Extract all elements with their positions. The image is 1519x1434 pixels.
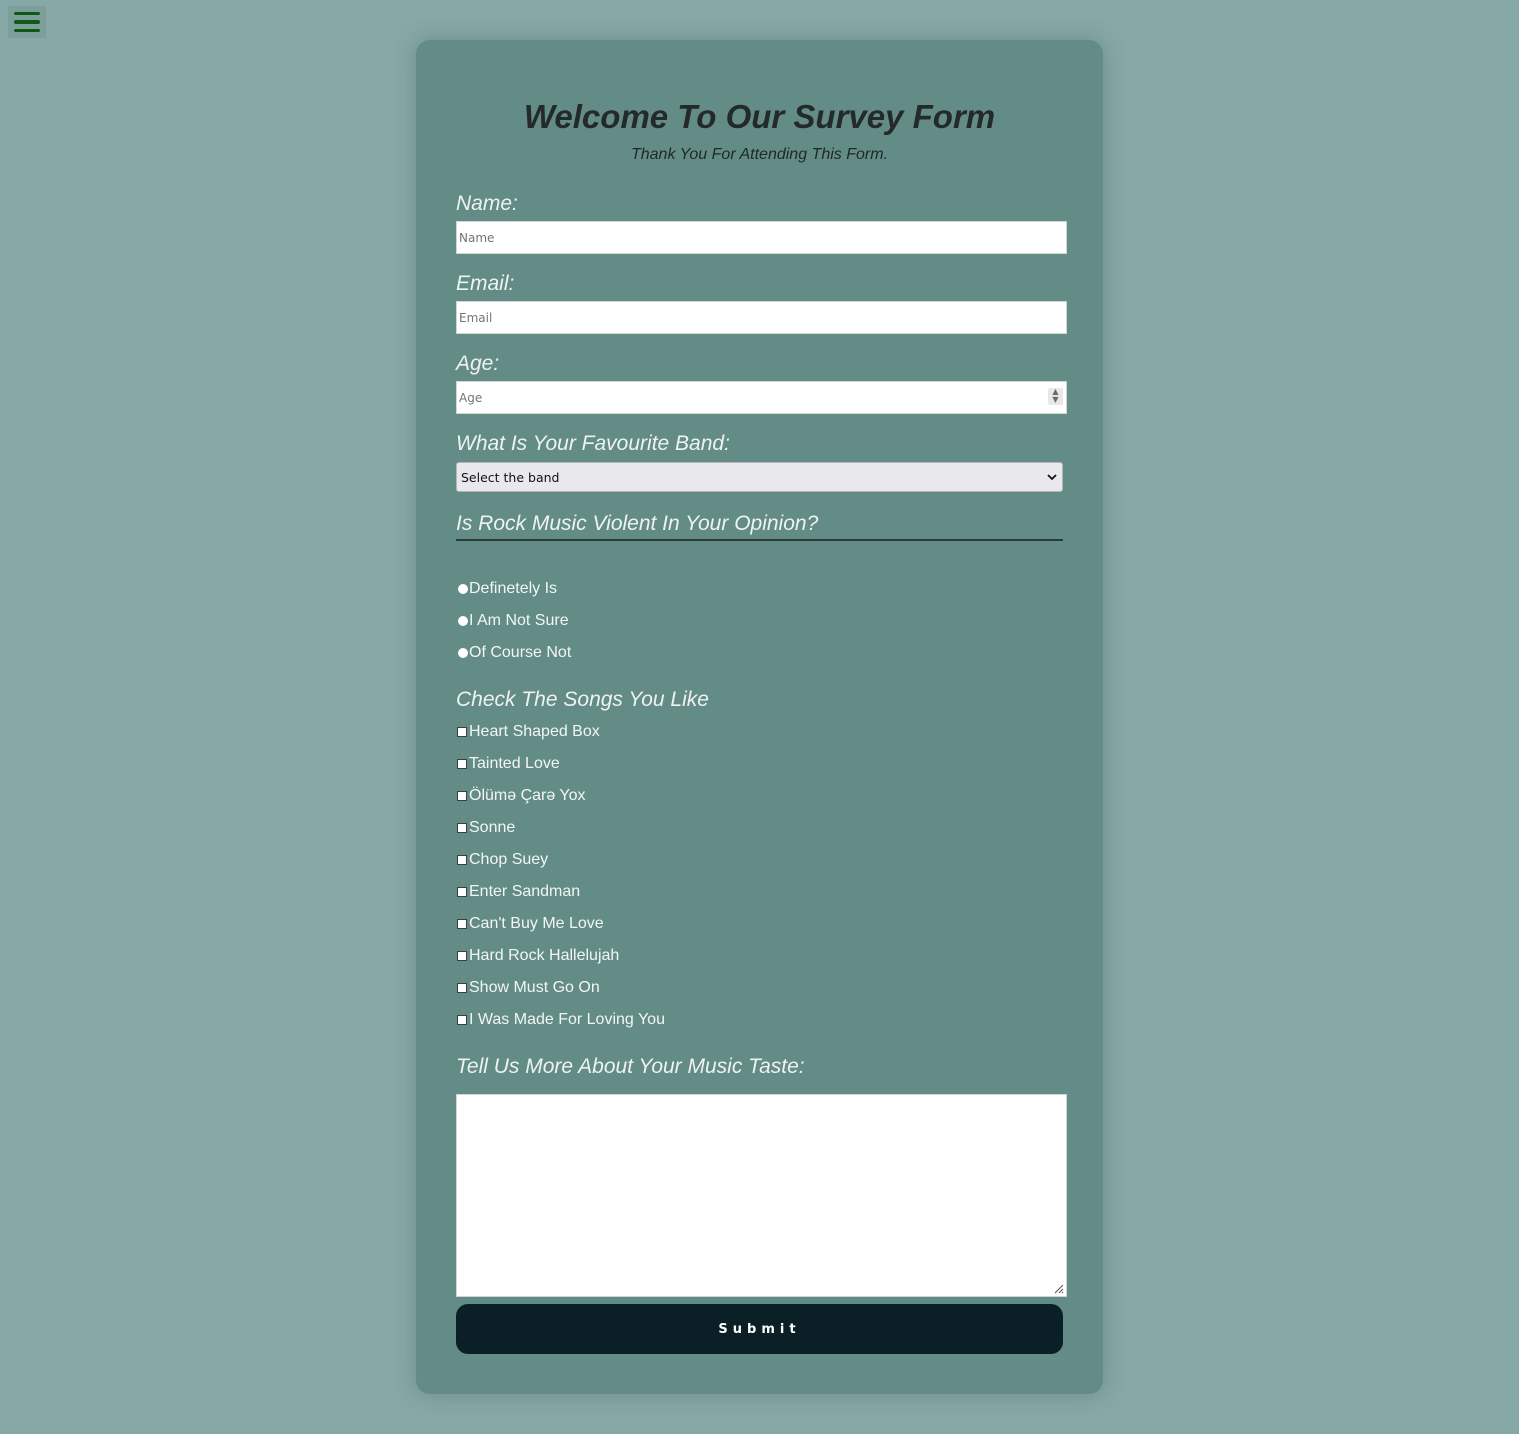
- checkbox[interactable]: [457, 791, 467, 801]
- song-checkbox-item[interactable]: Can't Buy Me Love: [456, 915, 604, 933]
- survey-form: Welcome To Our Survey Form Thank You For…: [416, 40, 1103, 1394]
- song-label: Tainted Love: [469, 755, 560, 772]
- age-input[interactable]: [456, 381, 1067, 414]
- menu-bar: [14, 20, 40, 24]
- checkbox[interactable]: [457, 727, 467, 737]
- song-label: Heart Shaped Box: [469, 723, 600, 740]
- song-label: Enter Sandman: [469, 883, 581, 900]
- radio-button[interactable]: [458, 584, 468, 594]
- radio-button[interactable]: [458, 616, 468, 626]
- question-divider: [456, 539, 1063, 541]
- checkbox[interactable]: [457, 887, 467, 897]
- song-label: Can't Buy Me Love: [469, 915, 604, 932]
- song-checkbox-item[interactable]: Chop Suey: [456, 851, 548, 869]
- song-checkbox-item[interactable]: Tainted Love: [456, 755, 560, 773]
- resize-handle-icon[interactable]: [1052, 1282, 1064, 1294]
- checkbox[interactable]: [457, 823, 467, 833]
- song-checkbox-item[interactable]: Hard Rock Hallelujah: [456, 947, 619, 965]
- comments-textarea[interactable]: [456, 1094, 1067, 1297]
- radio-option[interactable]: Of Course Not: [456, 644, 571, 662]
- band-select-value: Select the band: [461, 469, 560, 485]
- violence-question-label: Is Rock Music Violent In Your Opinion?: [456, 512, 819, 535]
- checkbox[interactable]: [457, 919, 467, 929]
- song-checkbox-item[interactable]: Enter Sandman: [456, 883, 580, 901]
- email-input[interactable]: [456, 301, 1067, 334]
- song-label: Chop Suey: [469, 851, 549, 868]
- band-select[interactable]: Select the band: [456, 462, 1063, 492]
- page-title: Welcome To Our Survey Form: [523, 98, 996, 135]
- song-label: Hard Rock Hallelujah: [469, 947, 620, 964]
- checkbox[interactable]: [457, 1015, 467, 1025]
- song-checkbox-item[interactable]: Sonne: [456, 819, 515, 837]
- radio-button[interactable]: [458, 648, 468, 658]
- chevron-down-icon: ▼: [1052, 395, 1059, 404]
- song-label: Ölümə Çarə Yox: [469, 787, 586, 804]
- song-label: Sonne: [469, 819, 516, 836]
- checkbox[interactable]: [457, 759, 467, 769]
- name-input[interactable]: [456, 221, 1067, 254]
- song-checkbox-item[interactable]: Ölümə Çarə Yox: [456, 787, 586, 805]
- checkbox[interactable]: [457, 983, 467, 993]
- radio-option-label: Definetely Is: [469, 580, 558, 597]
- song-checkbox-item[interactable]: I Was Made For Loving You: [456, 1011, 665, 1029]
- comments-label: Tell Us More About Your Music Taste:: [456, 1055, 805, 1078]
- chevron-down-icon: [1047, 474, 1057, 481]
- radio-option-label: Of Course Not: [469, 644, 572, 661]
- band-label: What Is Your Favourite Band:: [456, 432, 730, 455]
- page-subtitle: Thank You For Attending This Form.: [630, 146, 888, 163]
- email-label: Email:: [456, 272, 515, 295]
- age-label: Age:: [456, 352, 500, 375]
- menu-bar: [14, 28, 40, 33]
- menu-bar: [14, 11, 40, 16]
- songs-label: Check The Songs You Like: [456, 688, 709, 711]
- song-label: I Was Made For Loving You: [469, 1011, 665, 1028]
- submit-button[interactable]: Submit: [456, 1304, 1063, 1354]
- name-label: Name:: [456, 192, 518, 215]
- checkbox[interactable]: [457, 951, 467, 961]
- checkbox[interactable]: [457, 855, 467, 865]
- song-checkbox-item[interactable]: Heart Shaped Box: [456, 723, 600, 741]
- hamburger-menu-icon[interactable]: [8, 6, 46, 38]
- song-checkbox-item[interactable]: Show Must Go On: [456, 979, 600, 997]
- radio-option-label: I Am Not Sure: [469, 612, 569, 629]
- song-label: Show Must Go On: [469, 979, 600, 996]
- radio-option[interactable]: Definetely Is: [456, 580, 557, 598]
- age-stepper[interactable]: ▲ ▼: [1048, 388, 1063, 405]
- radio-option[interactable]: I Am Not Sure: [456, 612, 569, 630]
- age-field: ▲▼: [456, 381, 1067, 414]
